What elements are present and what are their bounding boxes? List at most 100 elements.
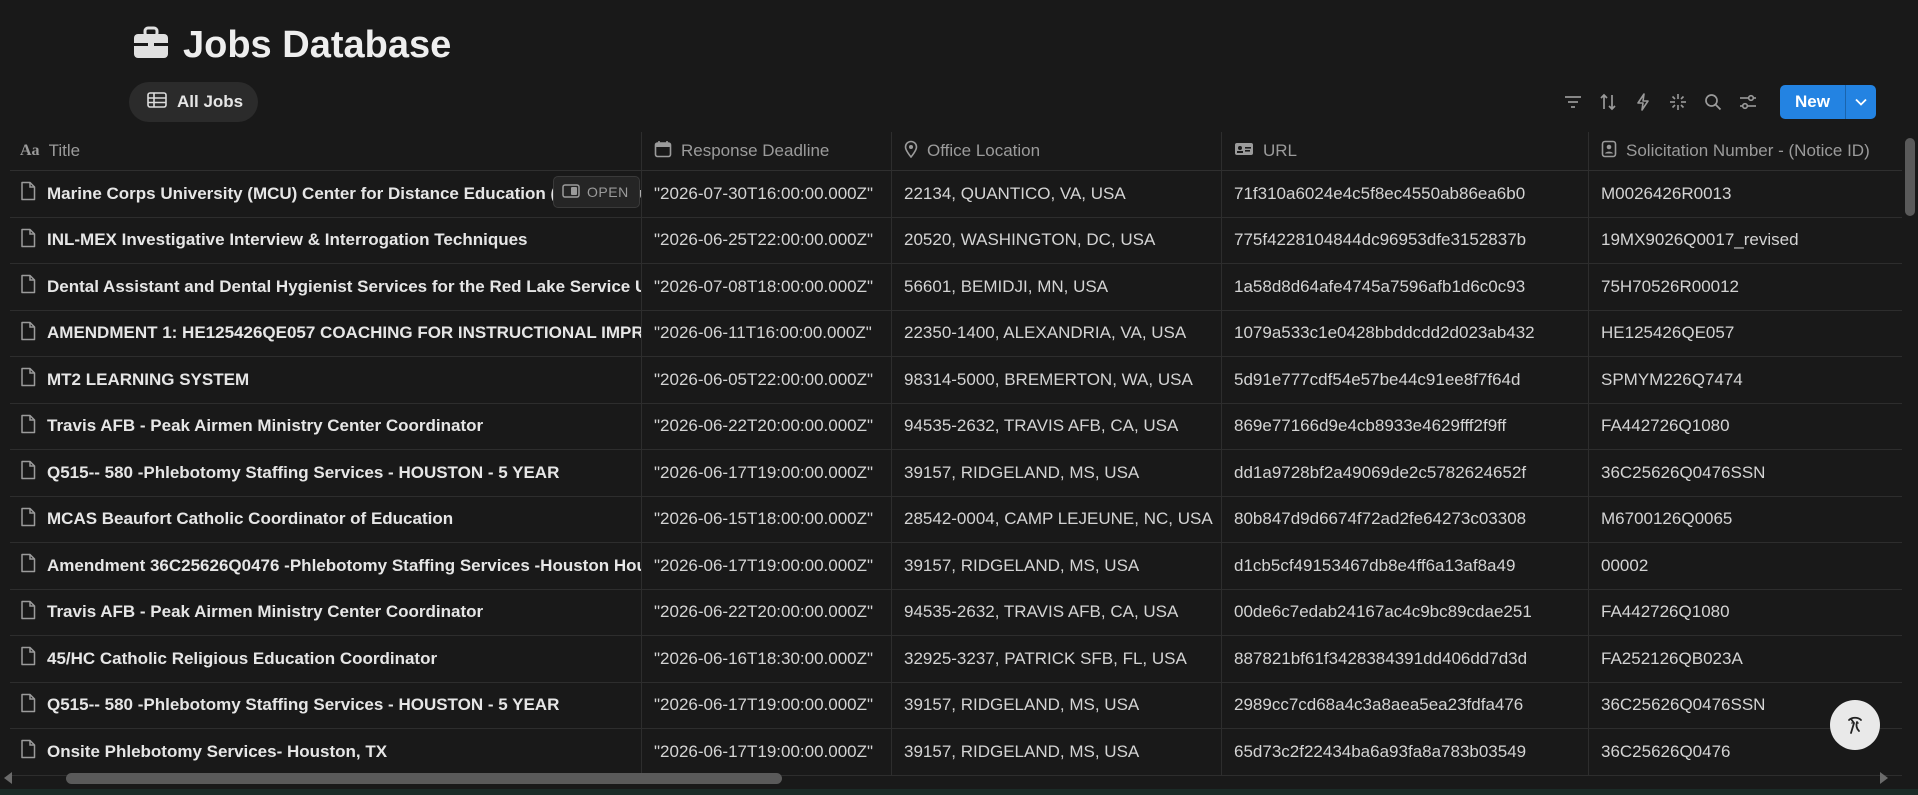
cell-deadline[interactable]: "2026-06-17T19:00:00.000Z" (642, 729, 892, 775)
cell-solicitation[interactable]: 19MX9026Q0017_revised (1589, 218, 1902, 264)
location-pin-icon (904, 140, 918, 163)
cell-title[interactable]: Dental Assistant and Dental Hygienist Se… (10, 264, 642, 310)
cell-title[interactable]: Q515-- 580 -Phlebotomy Staffing Services… (10, 682, 642, 728)
table-row[interactable]: MT2 LEARNING SYSTEM "2026-06-05T22:00:00.… (10, 357, 1902, 404)
table-row[interactable]: Travis AFB - Peak Airmen Ministry Center… (10, 403, 1902, 450)
open-row-button[interactable]: OPEN (553, 176, 640, 208)
cell-solicitation[interactable]: 00002 (1589, 543, 1902, 589)
vertical-scroll-thumb[interactable] (1905, 138, 1915, 216)
cell-solicitation[interactable]: FA442726Q1080 (1589, 590, 1902, 636)
sort-icon[interactable] (1597, 91, 1619, 113)
cell-url[interactable]: 1a58d8d64afe4745a7596afb1d6c0c93 (1222, 264, 1589, 310)
cell-solicitation[interactable]: FA252126QB023A (1589, 636, 1902, 682)
table-row[interactable]: MCAS Beaufort Catholic Coordinator of Ed… (10, 496, 1902, 543)
cell-deadline[interactable]: "2026-07-30T16:00:00.000Z" (642, 171, 892, 217)
cell-solicitation[interactable]: 36C25626Q0476SSN (1589, 450, 1902, 496)
horizontal-scroll-thumb[interactable] (66, 773, 782, 784)
column-label: Office Location (927, 141, 1041, 160)
table-row[interactable]: Dental Assistant and Dental Hygienist Se… (10, 264, 1902, 311)
cell-location[interactable]: 32925-3237, PATRICK SFB, FL, USA (892, 636, 1222, 682)
cell-solicitation[interactable]: M0026426R0013 (1589, 171, 1902, 217)
scroll-right-icon[interactable] (1880, 772, 1888, 784)
cell-deadline[interactable]: "2026-07-08T18:00:00.000Z" (642, 264, 892, 310)
cell-title[interactable]: AMENDMENT 1: HE125426QE057 COACHING FOR … (10, 310, 642, 356)
filter-icon[interactable] (1562, 91, 1584, 113)
cell-url[interactable]: 775f4228104844dc96953dfe3152837b (1222, 217, 1589, 263)
cell-url[interactable]: dd1a9728bf2a49069de2c5782624652f (1222, 450, 1589, 496)
cell-location[interactable]: 94535-2632, TRAVIS AFB, CA, USA (892, 589, 1222, 635)
cell-deadline[interactable]: "2026-06-05T22:00:00.000Z" (642, 357, 892, 403)
cell-deadline[interactable]: "2026-06-16T18:30:00.000Z" (642, 636, 892, 682)
cell-title[interactable]: Travis AFB - Peak Airmen Ministry Center… (10, 403, 642, 449)
settings-sliders-icon[interactable] (1737, 91, 1759, 113)
cell-solicitation[interactable]: HE125426QE057 (1589, 311, 1902, 357)
cell-url[interactable]: 887821bf61f3428384391dd406dd7d3d (1222, 636, 1589, 682)
cell-deadline[interactable]: "2026-06-17T19:00:00.000Z" (642, 450, 892, 496)
table-row[interactable]: Q515-- 580 -Phlebotomy Staffing Services… (10, 682, 1902, 729)
cell-url[interactable]: 1079a533c1e0428bbddcdd2d023ab432 (1222, 310, 1589, 356)
text-property-icon: Aa (20, 142, 40, 159)
cell-deadline[interactable]: "2026-06-22T20:00:00.000Z" (642, 403, 892, 449)
tab-all-jobs[interactable]: All Jobs (129, 82, 259, 122)
cell-deadline[interactable]: "2026-06-15T18:00:00.000Z" (642, 496, 892, 542)
cell-deadline[interactable]: "2026-06-17T19:00:00.000Z" (642, 543, 892, 589)
cell-title[interactable]: Marine Corps University (MCU) Center for… (10, 171, 642, 217)
help-assistant-icon[interactable] (1830, 700, 1880, 750)
search-icon[interactable] (1702, 91, 1724, 113)
cell-url[interactable]: 5d91e777cdf54e57be44c91ee8f7f64d (1222, 357, 1589, 403)
cell-deadline[interactable]: "2026-06-11T16:00:00.000Z" (642, 310, 892, 356)
cell-location[interactable]: 39157, RIDGELAND, MS, USA (892, 682, 1222, 728)
table-row[interactable]: AMENDMENT 1: HE125426QE057 COACHING FOR … (10, 310, 1902, 357)
cell-url[interactable]: d1cb5cf49153467db8e4ff6a13af8a49 (1222, 543, 1589, 589)
cell-location[interactable]: 20520, WASHINGTON, DC, USA (892, 217, 1222, 263)
cell-title[interactable]: Q515-- 580 -Phlebotomy Staffing Services… (10, 450, 642, 496)
cell-solicitation[interactable]: FA442726Q1080 (1589, 404, 1902, 450)
cell-location[interactable]: 98314-5000, BREMERTON, WA, USA (892, 357, 1222, 403)
table-row[interactable]: 45/HC Catholic Religious Education Coord… (10, 636, 1902, 683)
new-button[interactable]: New (1780, 85, 1845, 119)
column-header-deadline[interactable]: Response Deadline (642, 132, 892, 170)
cell-location[interactable]: 39157, RIDGELAND, MS, USA (892, 450, 1222, 496)
table-row[interactable]: Q515-- 580 -Phlebotomy Staffing Services… (10, 450, 1902, 497)
cell-location[interactable]: 39157, RIDGELAND, MS, USA (892, 729, 1222, 775)
cell-title[interactable]: INL-MEX Investigative Interview & Interr… (10, 217, 642, 263)
cell-title[interactable]: MT2 LEARNING SYSTEM (10, 357, 642, 403)
cell-url[interactable]: 65d73c2f22434ba6a93fa8a783b03549 (1222, 729, 1589, 775)
cell-solicitation[interactable]: M6700126Q0065 (1589, 497, 1902, 543)
cell-solicitation[interactable]: SPMYM226Q7474 (1589, 357, 1902, 403)
cell-title[interactable]: MCAS Beaufort Catholic Coordinator of Ed… (10, 496, 642, 542)
table-row[interactable]: Amendment 36C25626Q0476 -Phlebotomy Staf… (10, 543, 1902, 590)
cell-location[interactable]: 22134, QUANTICO, VA, USA (892, 171, 1222, 217)
cell-location[interactable]: 22350-1400, ALEXANDRIA, VA, USA (892, 310, 1222, 356)
ai-sparkle-icon[interactable] (1667, 91, 1689, 113)
cell-title[interactable]: Travis AFB - Peak Airmen Ministry Center… (10, 589, 642, 635)
cell-url[interactable]: 80b847d9d6674f72ad2fe64273c03308 (1222, 496, 1589, 542)
column-header-title[interactable]: Aa Title (10, 132, 642, 170)
chevron-down-icon[interactable] (1845, 85, 1876, 119)
scroll-left-icon[interactable] (4, 772, 12, 784)
cell-title[interactable]: 45/HC Catholic Religious Education Coord… (10, 636, 642, 682)
cell-url[interactable]: 71f310a6024e4c5f8ec4550ab86ea6b0 (1222, 171, 1589, 217)
column-header-solicitation[interactable]: Solicitation Number - (Notice ID) (1589, 132, 1902, 170)
cell-url[interactable]: 869e77166d9e4cb8933e4629fff2f9ff (1222, 403, 1589, 449)
cell-location[interactable]: 28542-0004, CAMP LEJEUNE, NC, USA (892, 496, 1222, 542)
cell-solicitation[interactable]: 75H70526R00012 (1589, 264, 1902, 310)
table-row[interactable]: Onsite Phlebotomy Services- Houston, TX "… (10, 729, 1902, 776)
cell-deadline[interactable]: "2026-06-25T22:00:00.000Z" (642, 217, 892, 263)
cell-title[interactable]: Amendment 36C25626Q0476 -Phlebotomy Staf… (10, 543, 642, 589)
cell-location[interactable]: 56601, BEMIDJI, MN, USA (892, 264, 1222, 310)
table-row[interactable]: INL-MEX Investigative Interview & Interr… (10, 217, 1902, 264)
cell-location[interactable]: 94535-2632, TRAVIS AFB, CA, USA (892, 403, 1222, 449)
cell-url[interactable]: 00de6c7edab24167ac4c9bc89cdae251 (1222, 589, 1589, 635)
cell-url[interactable]: 2989cc7cd68a4c3a8aea5ea23fdfa476 (1222, 682, 1589, 728)
automation-icon[interactable] (1632, 91, 1654, 113)
column-header-url[interactable]: URL (1222, 132, 1589, 170)
table-row[interactable]: Travis AFB - Peak Airmen Ministry Center… (10, 589, 1902, 636)
cell-deadline[interactable]: "2026-06-17T19:00:00.000Z" (642, 682, 892, 728)
page-header: Jobs Database (133, 20, 451, 70)
cell-location[interactable]: 39157, RIDGELAND, MS, USA (892, 543, 1222, 589)
table-row[interactable]: Marine Corps University (MCU) Center for… (10, 171, 1902, 218)
cell-deadline[interactable]: "2026-06-22T20:00:00.000Z" (642, 589, 892, 635)
cell-title[interactable]: Onsite Phlebotomy Services- Houston, TX (10, 729, 642, 775)
column-header-location[interactable]: Office Location (892, 132, 1222, 170)
